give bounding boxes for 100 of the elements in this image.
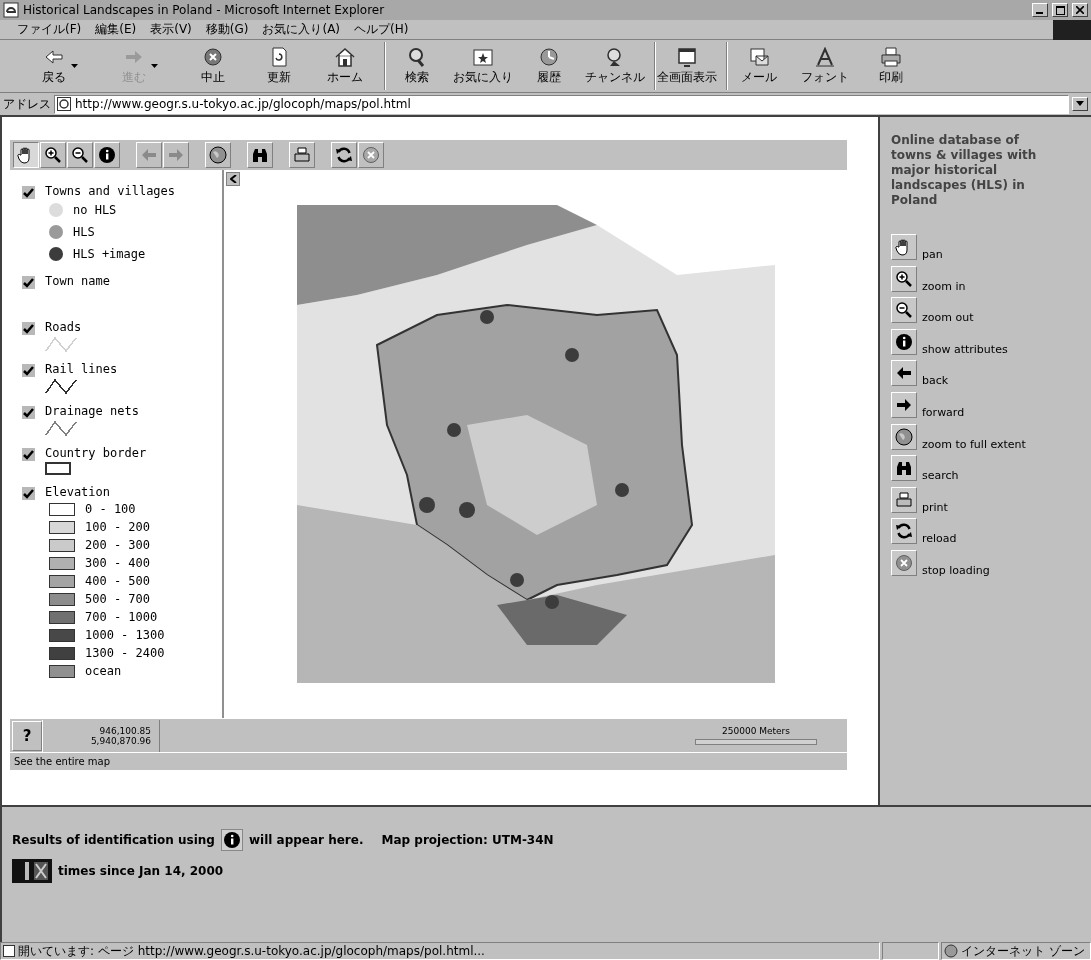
check-icon <box>23 277 34 288</box>
toolbar-button[interactable]: 印刷 <box>858 42 924 90</box>
toolbar-button[interactable]: お気に入り <box>450 42 516 90</box>
zoom-out-icon <box>895 301 913 320</box>
page-icon <box>3 945 15 957</box>
zoom-in-icon <box>44 146 62 164</box>
letter-icon <box>814 46 836 67</box>
info-button[interactable] <box>220 829 243 851</box>
caret-icon <box>1076 101 1084 107</box>
toolbar-button[interactable]: チャンネル <box>582 42 648 90</box>
legend-label: 0 - 100 <box>85 502 136 516</box>
tool-label: reload <box>922 532 957 546</box>
tool-label: show attributes <box>922 342 1008 356</box>
address-field[interactable]: http://www.geogr.s.u-tokyo.ac.jp/glocoph/maps/pol.html <box>54 94 1069 114</box>
close-icon <box>1076 6 1084 14</box>
tool-button[interactable] <box>891 486 917 513</box>
layer-label: Rail lines <box>45 362 118 376</box>
legend-label: no HLS <box>73 203 117 217</box>
tool-label: stop loading <box>922 563 990 577</box>
tool-button[interactable] <box>891 360 917 387</box>
layer-label: Roads <box>45 320 82 334</box>
globe-icon <box>944 944 958 958</box>
results-text: Results of identification using <box>12 833 215 847</box>
dropdown-button[interactable] <box>1072 97 1088 111</box>
toolbar-button[interactable]: 中止 <box>180 42 246 90</box>
tool-label: forward <box>922 405 965 419</box>
counter-text: times since Jan 14, 2000 <box>58 864 224 878</box>
tool-button[interactable] <box>891 423 917 450</box>
toolbar-button[interactable]: 履歴 <box>516 42 582 90</box>
help-button[interactable]: ? <box>12 720 42 751</box>
toolbar-button[interactable]: 更新 <box>246 42 312 90</box>
layer-checkbox[interactable] <box>22 322 35 335</box>
zoom-in-icon <box>895 269 913 288</box>
layer-label: Towns and villages <box>45 184 176 198</box>
tool-button[interactable] <box>891 328 917 355</box>
collapse-button[interactable] <box>226 172 240 186</box>
tool-button[interactable] <box>891 455 917 482</box>
legend-label: 200 - 300 <box>85 538 151 552</box>
reload-icon <box>895 522 913 541</box>
check-icon <box>23 187 34 198</box>
side-title: Online database of towns & villages with major historical landscapes (HLS) in Poland <box>891 133 1038 208</box>
envelope-icon <box>747 46 770 67</box>
window-icon <box>675 46 698 67</box>
tool-label: back <box>922 374 949 388</box>
address-label: アドレス <box>3 95 51 113</box>
maximize-icon <box>1055 5 1065 15</box>
minimize-button[interactable] <box>1032 3 1048 17</box>
y-coordinate: 5,940,870.96 <box>90 735 151 746</box>
scale-label: 250000 Meters <box>722 726 790 736</box>
menu-item[interactable]: 移動(G) <box>198 21 256 38</box>
layer-checkbox[interactable] <box>22 276 35 289</box>
info-icon <box>98 146 116 164</box>
legend-label: HLS +image <box>73 247 146 261</box>
close-button[interactable] <box>1072 3 1088 17</box>
layer-checkbox[interactable] <box>22 448 35 461</box>
legend-label: 100 - 200 <box>85 520 151 534</box>
layer-label: Town name <box>45 274 111 288</box>
tool-button[interactable] <box>891 297 917 324</box>
status-text: 開いています: ページ http://www.geogr.s.u-tokyo.ac.jp/glocoph/maps/pol.html... <box>0 942 880 960</box>
toolbar-button[interactable]: 全画面表示 <box>654 42 720 90</box>
toolbar-button[interactable]: 検索 <box>384 42 450 90</box>
tool-label: pan <box>922 248 943 261</box>
globe-icon <box>895 427 913 446</box>
layer-label: Drainage nets <box>45 404 139 418</box>
maximize-button[interactable] <box>1052 3 1068 17</box>
info-icon <box>222 831 241 849</box>
check-icon <box>23 449 34 460</box>
menu-item[interactable]: 編集(E) <box>88 21 144 38</box>
results-text: will appear here. <box>248 833 364 847</box>
menu-item[interactable]: ヘルプ(H) <box>347 21 416 38</box>
legend-label: 1000 - 1300 <box>85 628 165 642</box>
check-icon <box>23 365 34 376</box>
legend-label: HLS <box>73 225 95 239</box>
folder-icon <box>472 46 494 67</box>
menu-item[interactable]: お気に入り(A) <box>255 21 348 38</box>
toolbar-button[interactable]: メール <box>726 42 792 90</box>
tool-button[interactable] <box>891 265 917 292</box>
layer-checkbox[interactable] <box>22 487 35 500</box>
layer-checkbox[interactable] <box>22 364 35 377</box>
menu-item[interactable]: ファイル(F) <box>10 21 89 38</box>
tool-label: zoom out <box>922 311 974 325</box>
toolbar-button[interactable]: 戻る <box>20 42 100 90</box>
menu-item[interactable]: 表示(V) <box>143 21 199 38</box>
layer-label: Country border <box>45 446 147 460</box>
reload-icon <box>335 146 353 164</box>
toolbar-button[interactable]: ホーム <box>312 42 378 90</box>
toolbar-button[interactable]: フォント <box>792 42 858 90</box>
map-tool-button[interactable] <box>13 142 39 168</box>
browser-icon <box>3 2 19 18</box>
tool-button[interactable] <box>891 234 917 260</box>
legend-label: 500 - 700 <box>85 592 151 606</box>
tool-label: zoom in <box>922 279 966 293</box>
printer-icon <box>293 146 311 164</box>
layer-checkbox[interactable] <box>22 406 35 419</box>
caret-icon[interactable] <box>71 64 78 68</box>
layer-checkbox[interactable] <box>22 186 35 199</box>
tool-button[interactable] <box>891 518 917 545</box>
window-title: Historical Landscapes in Poland - Microsoft Internet Explorer <box>23 3 386 17</box>
layer-label: Elevation <box>45 485 112 499</box>
tool-button[interactable] <box>891 391 917 418</box>
